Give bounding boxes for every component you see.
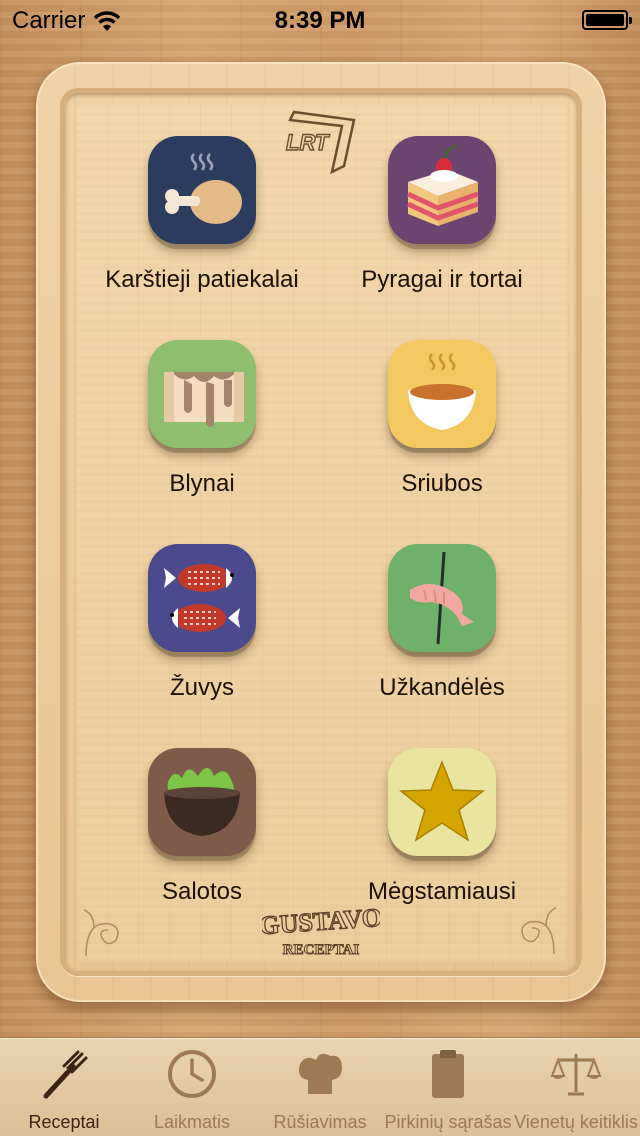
category-blynai[interactable]: Blynai xyxy=(82,340,322,530)
gustavo-receptai-logo: GUSTAVO RECEPTAI xyxy=(262,902,380,958)
category-label: Užkandėlės xyxy=(379,674,505,701)
status-time: 8:39 PM xyxy=(274,7,366,34)
category-label: Sriubos xyxy=(401,470,483,497)
gustavo-logo-text: GUSTAVO xyxy=(262,903,380,940)
category-label: Karštieji patiekalai xyxy=(105,266,299,293)
category-sriubos[interactable]: Sriubos xyxy=(322,340,562,530)
tab-rusiavimas[interactable]: Rūšiavimas xyxy=(256,1038,384,1136)
fork-icon xyxy=(43,1050,88,1099)
category-uzkandeles[interactable]: Užkandėlės xyxy=(322,544,562,734)
tab-bar: Receptai Laikmatis Rūšiavimas Pirkinių s… xyxy=(0,1038,640,1136)
receptai-logo-text: RECEPTAI xyxy=(283,942,360,958)
shrimp-skewer-icon xyxy=(388,544,496,652)
category-label: Žuvys xyxy=(169,674,234,701)
category-pyragai-ir-tortai[interactable]: Pyragai ir tortai xyxy=(322,136,562,326)
pancake-icon xyxy=(148,340,256,448)
category-karstieji-patiekalai[interactable]: Karštieji patiekalai xyxy=(82,136,322,326)
tab-label: Laikmatis xyxy=(153,1112,231,1132)
cake-icon xyxy=(388,136,496,244)
tab-label: Rūšiavimas xyxy=(273,1112,367,1132)
status-bar: Carrier 8:39 PM xyxy=(0,0,640,40)
swirl-ornament-left xyxy=(83,909,119,957)
chef-hat-icon xyxy=(299,1053,342,1094)
scales-icon xyxy=(550,1054,602,1096)
clock-icon xyxy=(168,1050,216,1098)
category-zuvys[interactable]: Žuvys xyxy=(82,544,322,734)
fish-icon xyxy=(148,544,256,652)
category-label: Pyragai ir tortai xyxy=(361,266,523,293)
star-icon xyxy=(388,748,496,856)
tab-pirkiniu-sarasas[interactable]: Pirkinių sąrašas xyxy=(384,1038,512,1136)
soup-bowl-icon xyxy=(388,340,496,448)
category-label: Blynai xyxy=(169,470,235,497)
chicken-leg-icon xyxy=(148,136,256,244)
tab-label: Vienetų keitiklis xyxy=(514,1112,638,1132)
battery-icon xyxy=(582,10,632,30)
swirl-ornament-right xyxy=(521,907,557,955)
clipboard-icon xyxy=(432,1050,464,1098)
tab-receptai[interactable]: Receptai xyxy=(0,1038,128,1136)
tab-laikmatis[interactable]: Laikmatis xyxy=(128,1038,256,1136)
salad-bowl-icon xyxy=(148,748,256,856)
tab-label: Pirkinių sąrašas xyxy=(384,1112,512,1132)
tab-vienetu-keitiklis[interactable]: Vienetų keitiklis xyxy=(512,1038,640,1136)
